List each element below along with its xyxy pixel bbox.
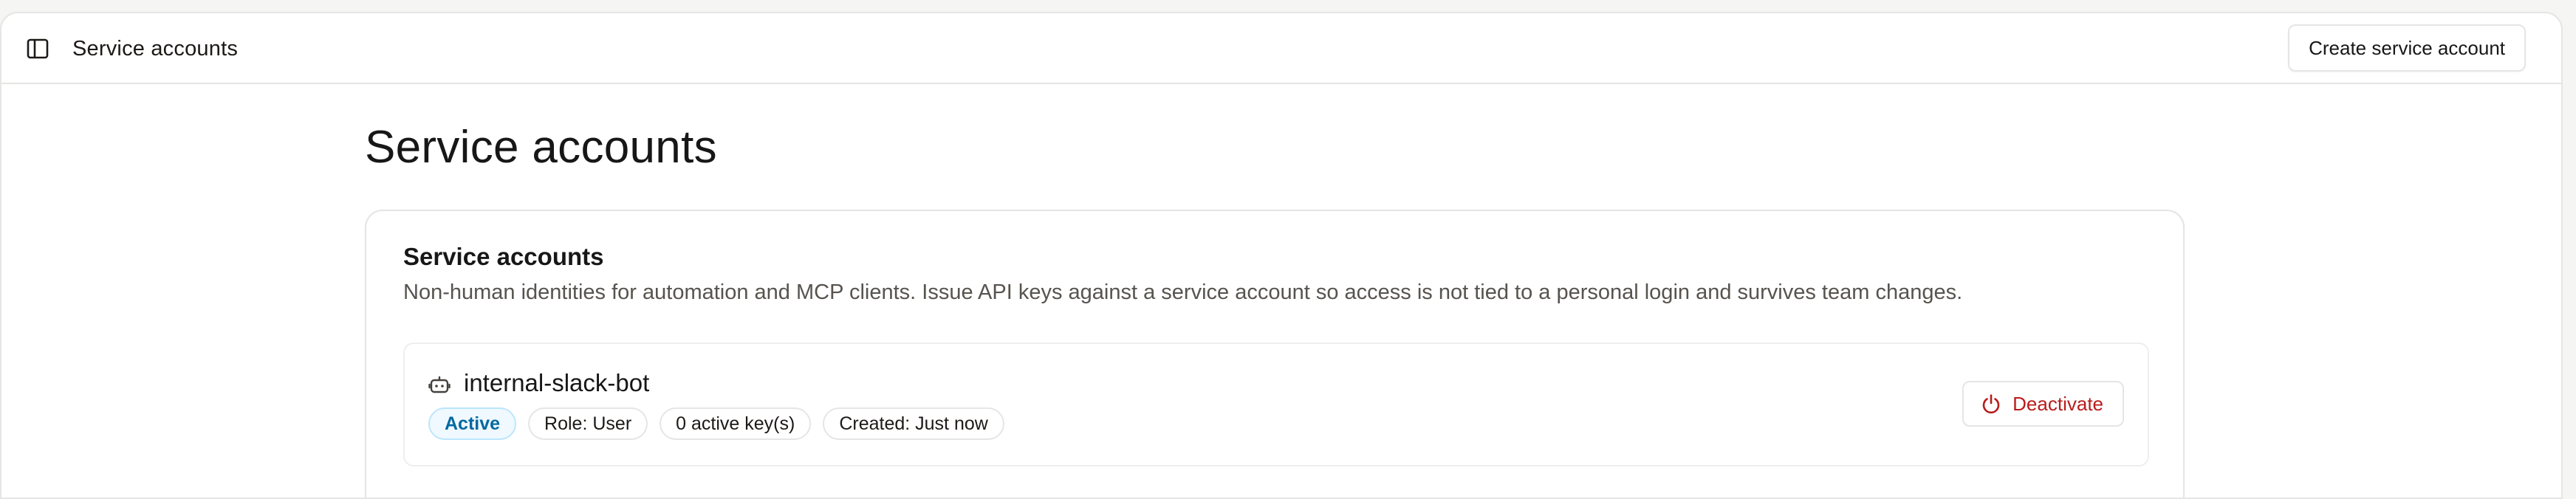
card-title: Service accounts [403, 243, 604, 270]
sidebar-icon [27, 38, 49, 59]
role-badge: Role: User [528, 407, 648, 440]
account-badges: Active Role: User 0 active key(s) Create… [428, 407, 1004, 440]
status-badge: Active [428, 407, 517, 440]
create-service-account-button[interactable]: Create service account [2288, 24, 2526, 72]
keys-badge: 0 active key(s) [660, 407, 812, 440]
service-account-row: internal-slack-bot Active Role: User 0 a… [403, 343, 2149, 467]
account-name: internal-slack-bot [464, 369, 650, 396]
power-icon [1982, 394, 2000, 414]
page-title: Service accounts [365, 122, 717, 173]
created-badge: Created: Just now [823, 407, 1004, 440]
app-window: Service accounts Create service account … [0, 12, 2563, 499]
bot-icon [428, 376, 451, 393]
sidebar-toggle-button[interactable] [21, 35, 55, 62]
deactivate-label: Deactivate [2012, 392, 2103, 415]
header-title: Service accounts [72, 37, 239, 61]
card-description: Non-human identities for automation and … [403, 281, 1963, 304]
top-header: Service accounts Create service account [1, 13, 2561, 84]
deactivate-button[interactable]: Deactivate [1962, 381, 2124, 427]
service-accounts-card: Service accounts Non-human identities fo… [365, 210, 2185, 498]
